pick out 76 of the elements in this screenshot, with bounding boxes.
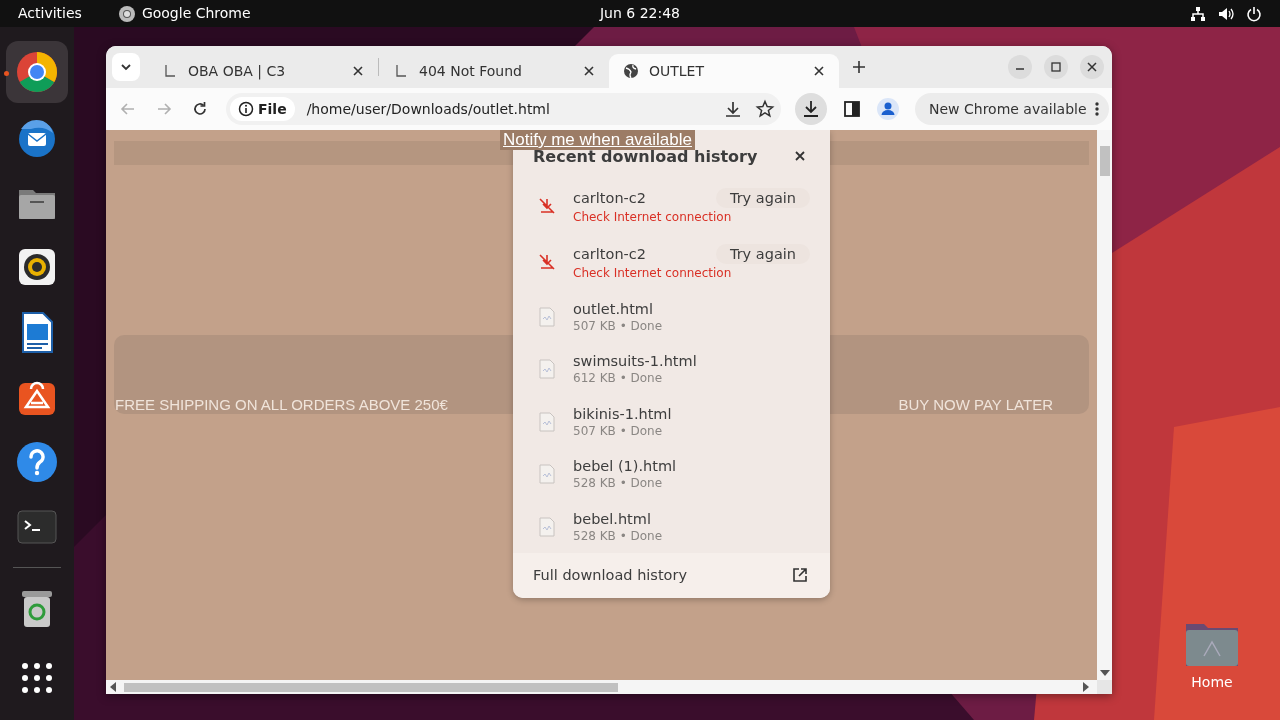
app-menu[interactable]: Google Chrome (141, 0, 251, 27)
file-name: bebel.html (573, 510, 651, 527)
download-item[interactable]: bebel.html 528 KB • Done (513, 500, 830, 553)
download-item[interactable]: bebel (1).html 528 KB • Done (513, 447, 830, 501)
dock-item[interactable] (6, 41, 68, 103)
folder-label: Home (1191, 674, 1233, 690)
more-icon (1094, 101, 1099, 117)
globe-icon (623, 63, 639, 79)
download-status: 507 KB • Done (573, 423, 664, 438)
tab-list-button[interactable] (112, 53, 140, 81)
banner-text: FREE SHIPPING ON ALL ORDERS ABOVE 250€ (115, 396, 448, 413)
side-panel-icon[interactable] (843, 100, 861, 118)
file-name: bikinis-1.html (573, 405, 672, 422)
minimize-button[interactable] (1008, 55, 1032, 79)
file-icon (538, 411, 556, 432)
file-icon (538, 516, 556, 537)
activities-button[interactable]: Activities (18, 0, 82, 27)
network-icon[interactable] (1190, 5, 1206, 22)
clock[interactable]: Jun 6 22:48 (600, 0, 680, 27)
file-icon (538, 359, 556, 379)
scroll-left-icon[interactable] (110, 682, 116, 692)
site-info-chip[interactable]: File (230, 97, 295, 121)
download-item[interactable]: swimsuits-1.html 612 KB • Done (513, 342, 830, 396)
address-bar[interactable]: File /home/user/Downloads/outlet.html (226, 93, 781, 125)
power-icon[interactable] (1246, 5, 1262, 22)
file-name: swimsuits-1.html (573, 353, 697, 369)
download-item[interactable]: bikinis-1.html 507 KB • Done (513, 395, 830, 448)
file-name: carlton-c2 (573, 190, 647, 207)
scroll-right-icon[interactable] (1083, 682, 1089, 692)
browser-icon (15, 50, 59, 94)
try-again-button[interactable]: Try again (715, 188, 810, 209)
warning-download-icon (538, 253, 556, 272)
download-status: 612 KB • Done (573, 371, 664, 385)
downloads-button[interactable] (795, 93, 827, 125)
running-indicator (4, 71, 9, 76)
try-again-button[interactable]: Try again (715, 244, 810, 265)
tab[interactable]: OUTLET (609, 54, 839, 88)
spinner-icon (393, 63, 409, 79)
external-link-icon (792, 567, 808, 584)
file-icon (538, 306, 556, 327)
vertical-scrollbar[interactable] (1097, 130, 1112, 680)
download-status: 507 KB • Done (573, 318, 664, 333)
file-name: carlton-c2 (573, 246, 647, 263)
star-icon[interactable] (755, 99, 775, 119)
help-icon (15, 440, 59, 484)
info-icon (238, 101, 254, 117)
file-name: bebel (1).html (573, 458, 677, 474)
download-status: Check Internet connection (573, 210, 733, 225)
download-status: Check Internet connection (573, 266, 733, 281)
file-name: outlet.html (573, 300, 654, 317)
scroll-thumb[interactable] (124, 682, 618, 692)
horizontal-scrollbar[interactable] (106, 680, 1112, 694)
update-button[interactable]: New Chrome available (915, 93, 1109, 125)
maximize-button[interactable] (1044, 55, 1068, 79)
close-button[interactable] (1080, 55, 1104, 79)
spinner-icon (162, 63, 178, 79)
volume-icon[interactable] (1218, 5, 1234, 22)
warning-download-icon (538, 197, 556, 216)
url-text: /home/user/Downloads/outlet.html (306, 101, 550, 117)
tab[interactable]: 404 Not Found (379, 54, 609, 88)
download-item[interactable]: outlet.html 507 KB • Done (513, 290, 830, 343)
file-icon (538, 464, 556, 484)
new-tab-icon[interactable] (851, 59, 867, 75)
banner-text: BUY NOW PAY LATER (898, 396, 1053, 413)
scroll-thumb[interactable] (1099, 146, 1110, 176)
download-item[interactable]: carlton-c2 Try again Check Internet connection (513, 178, 830, 235)
download-status: 528 KB • Done (573, 476, 664, 490)
notify-link[interactable]: Notify me when available (500, 130, 695, 150)
scroll-down-icon[interactable] (1099, 670, 1110, 676)
download-icon[interactable] (723, 99, 743, 119)
download-item[interactable]: carlton-c2 Try again Check Internet connection (513, 234, 830, 291)
profile-icon[interactable] (877, 98, 899, 120)
tab[interactable]: OBA OBA | C3 (148, 54, 378, 88)
download-status: 528 KB • Done (573, 528, 664, 543)
browser-icon (117, 4, 136, 23)
full-history-link[interactable]: Full download history (513, 552, 830, 598)
